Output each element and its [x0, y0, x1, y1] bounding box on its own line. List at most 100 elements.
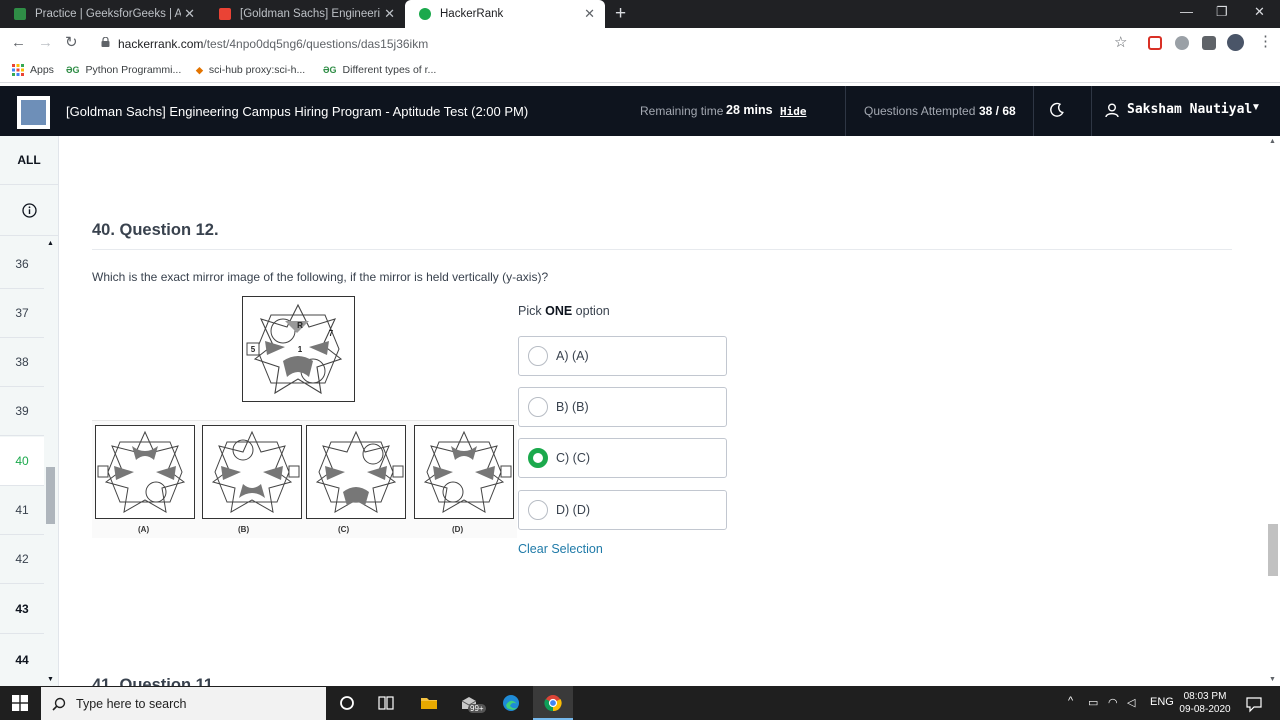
radio-button-selected[interactable]	[528, 448, 548, 468]
bookmark-sci-hub[interactable]: ◆ sci-hub proxy:sci-h...	[196, 64, 305, 76]
test-title: [Goldman Sachs] Engineering Campus Hirin…	[66, 104, 529, 119]
scroll-down-arrow[interactable]: ▼	[1269, 676, 1276, 683]
tab-geeksforgeeks[interactable]: Practice | GeeksforGeeks | A comp ✕	[0, 0, 205, 28]
option-label: A) (A)	[556, 349, 589, 363]
bookmark-apps[interactable]: Apps	[12, 64, 54, 76]
url-host: hackerrank.com	[118, 37, 204, 51]
url-field[interactable]: hackerrank.com/test/4npo0dq5ng6/question…	[118, 37, 428, 51]
user-name-menu[interactable]: Saksham Nautiyal	[1127, 102, 1252, 117]
close-icon[interactable]: ✕	[384, 7, 395, 20]
question-nav-42[interactable]: 42	[0, 535, 44, 584]
system-clock[interactable]: 08:03 PM 09-08-2020	[1170, 690, 1240, 716]
option-a[interactable]: A) (A)	[518, 336, 727, 376]
lock-icon	[101, 37, 110, 47]
minimize-icon[interactable]: —	[1180, 4, 1193, 19]
reload-icon[interactable]: ↻	[65, 34, 78, 52]
battery-icon[interactable]: ▭	[1088, 696, 1098, 709]
pick-bold: ONE	[545, 304, 573, 318]
answer-figure-c	[306, 425, 406, 519]
divider	[92, 249, 1232, 250]
close-icon[interactable]: ✕	[184, 7, 195, 20]
question-nav-38[interactable]: 38	[0, 338, 44, 387]
extensions-icon[interactable]	[1202, 36, 1216, 50]
forward-icon[interactable]: →	[38, 34, 53, 52]
window-close-icon[interactable]: ✕	[1254, 4, 1265, 20]
clear-selection-link[interactable]: Clear Selection	[518, 542, 603, 556]
remaining-time-value: 28 mins	[726, 103, 773, 117]
notifications-icon[interactable]	[1245, 695, 1263, 713]
question-nav-37[interactable]: 37	[0, 289, 44, 338]
bookmark-label: Different types of r...	[342, 64, 437, 76]
next-question-heading: 41. Question 11.	[92, 676, 218, 686]
option-d[interactable]: D) (D)	[518, 490, 727, 530]
page-scrollbar[interactable]: ▲ ▼	[1266, 136, 1280, 686]
tab-hackerrank[interactable]: HackerRank ✕	[405, 0, 605, 28]
figure-letter: 1	[298, 345, 303, 354]
test-header: [Goldman Sachs] Engineering Campus Hirin…	[0, 86, 1280, 136]
restore-icon[interactable]: ❐	[1216, 4, 1228, 20]
chrome-taskbar-button[interactable]	[533, 686, 573, 720]
show-hidden-icons-icon[interactable]: ^	[1068, 695, 1073, 707]
option-c[interactable]: C) (C)	[518, 438, 727, 478]
scroll-up-arrow[interactable]: ▲	[1269, 138, 1276, 145]
all-questions-button[interactable]: ALL	[0, 136, 58, 185]
remaining-time-label: Remaining time	[640, 104, 724, 118]
close-icon[interactable]: ✕	[584, 7, 595, 20]
clock-time: 08:03 PM	[1183, 691, 1227, 702]
pick-prefix: Pick	[518, 304, 546, 318]
wifi-icon[interactable]: ◠	[1108, 696, 1118, 709]
star-icon[interactable]: ☆	[1114, 34, 1127, 52]
question-nav-36[interactable]: 36	[0, 240, 44, 289]
tab-gmail[interactable]: [Goldman Sachs] Engineering Ca ✕	[205, 0, 405, 28]
menu-icon[interactable]: ⋮	[1258, 33, 1273, 51]
option-label: D) (D)	[556, 503, 591, 517]
hide-timer-button[interactable]: Hide	[780, 105, 807, 118]
scroll-up-arrow[interactable]: ▲	[47, 240, 54, 247]
sidebar-scrollbar-thumb[interactable]	[46, 467, 55, 524]
answer-figure-a	[95, 425, 195, 519]
globe-icon[interactable]	[1175, 36, 1189, 50]
file-explorer-icon[interactable]	[420, 694, 438, 712]
volume-icon[interactable]: ◁	[1127, 696, 1135, 709]
scroll-down-arrow[interactable]: ▼	[47, 676, 54, 683]
dark-mode-moon-icon[interactable]	[1049, 102, 1065, 118]
bookmark-different-types[interactable]: ƏG Different types of r...	[323, 64, 436, 76]
cortana-icon[interactable]	[338, 694, 356, 712]
chrome-icon	[544, 695, 562, 712]
option-b[interactable]: B) (B)	[518, 387, 727, 427]
divider	[1091, 86, 1092, 136]
address-bar-row: ← → ↻ hackerrank.com/test/4npo0dq5ng6/qu…	[0, 28, 1280, 58]
question-nav-41[interactable]: 41	[0, 486, 44, 535]
divider	[1033, 86, 1034, 136]
apps-grid-icon	[12, 64, 24, 76]
url-path: /test/4npo0dq5ng6/questions/das15j36ikm	[203, 37, 429, 51]
gfg-icon	[14, 8, 26, 20]
search-icon	[52, 697, 66, 711]
question-nav-43[interactable]: 43	[0, 585, 44, 634]
info-icon[interactable]	[0, 186, 58, 236]
questions-attempted-value: 38 / 68	[979, 104, 1016, 118]
bookmark-label: Python Programmi...	[85, 64, 182, 76]
question-nav-44[interactable]: 44	[0, 635, 44, 684]
task-view-icon[interactable]	[377, 694, 395, 712]
bookmark-python-programming[interactable]: ƏG Python Programmi...	[66, 64, 181, 76]
pick-one-label: Pick ONE option	[518, 304, 610, 318]
question-nav-40[interactable]: 40	[0, 437, 44, 486]
radio-button[interactable]	[528, 346, 548, 366]
caret-down-icon[interactable]: ▼	[1251, 102, 1261, 113]
radio-button[interactable]	[528, 397, 548, 417]
answer-figure-label: (B)	[238, 525, 250, 534]
mail-icon[interactable]: 99+	[460, 694, 486, 713]
windows-taskbar: Type here to search 99+ ^ ▭ ◠ ◁ ENG 08:0…	[0, 686, 1280, 720]
windows-start-icon[interactable]	[0, 686, 40, 720]
profile-avatar[interactable]	[1227, 34, 1244, 51]
back-icon[interactable]: ←	[11, 34, 26, 52]
tab-title: HackerRank	[440, 8, 504, 20]
new-tab-icon[interactable]: +	[615, 4, 626, 23]
radio-button[interactable]	[528, 500, 548, 520]
pocket-icon[interactable]	[1148, 36, 1162, 50]
edge-browser-icon[interactable]	[502, 694, 520, 712]
taskbar-search-box[interactable]: Type here to search	[41, 687, 326, 720]
question-nav-39[interactable]: 39	[0, 387, 44, 436]
page-scrollbar-thumb[interactable]	[1268, 524, 1278, 576]
